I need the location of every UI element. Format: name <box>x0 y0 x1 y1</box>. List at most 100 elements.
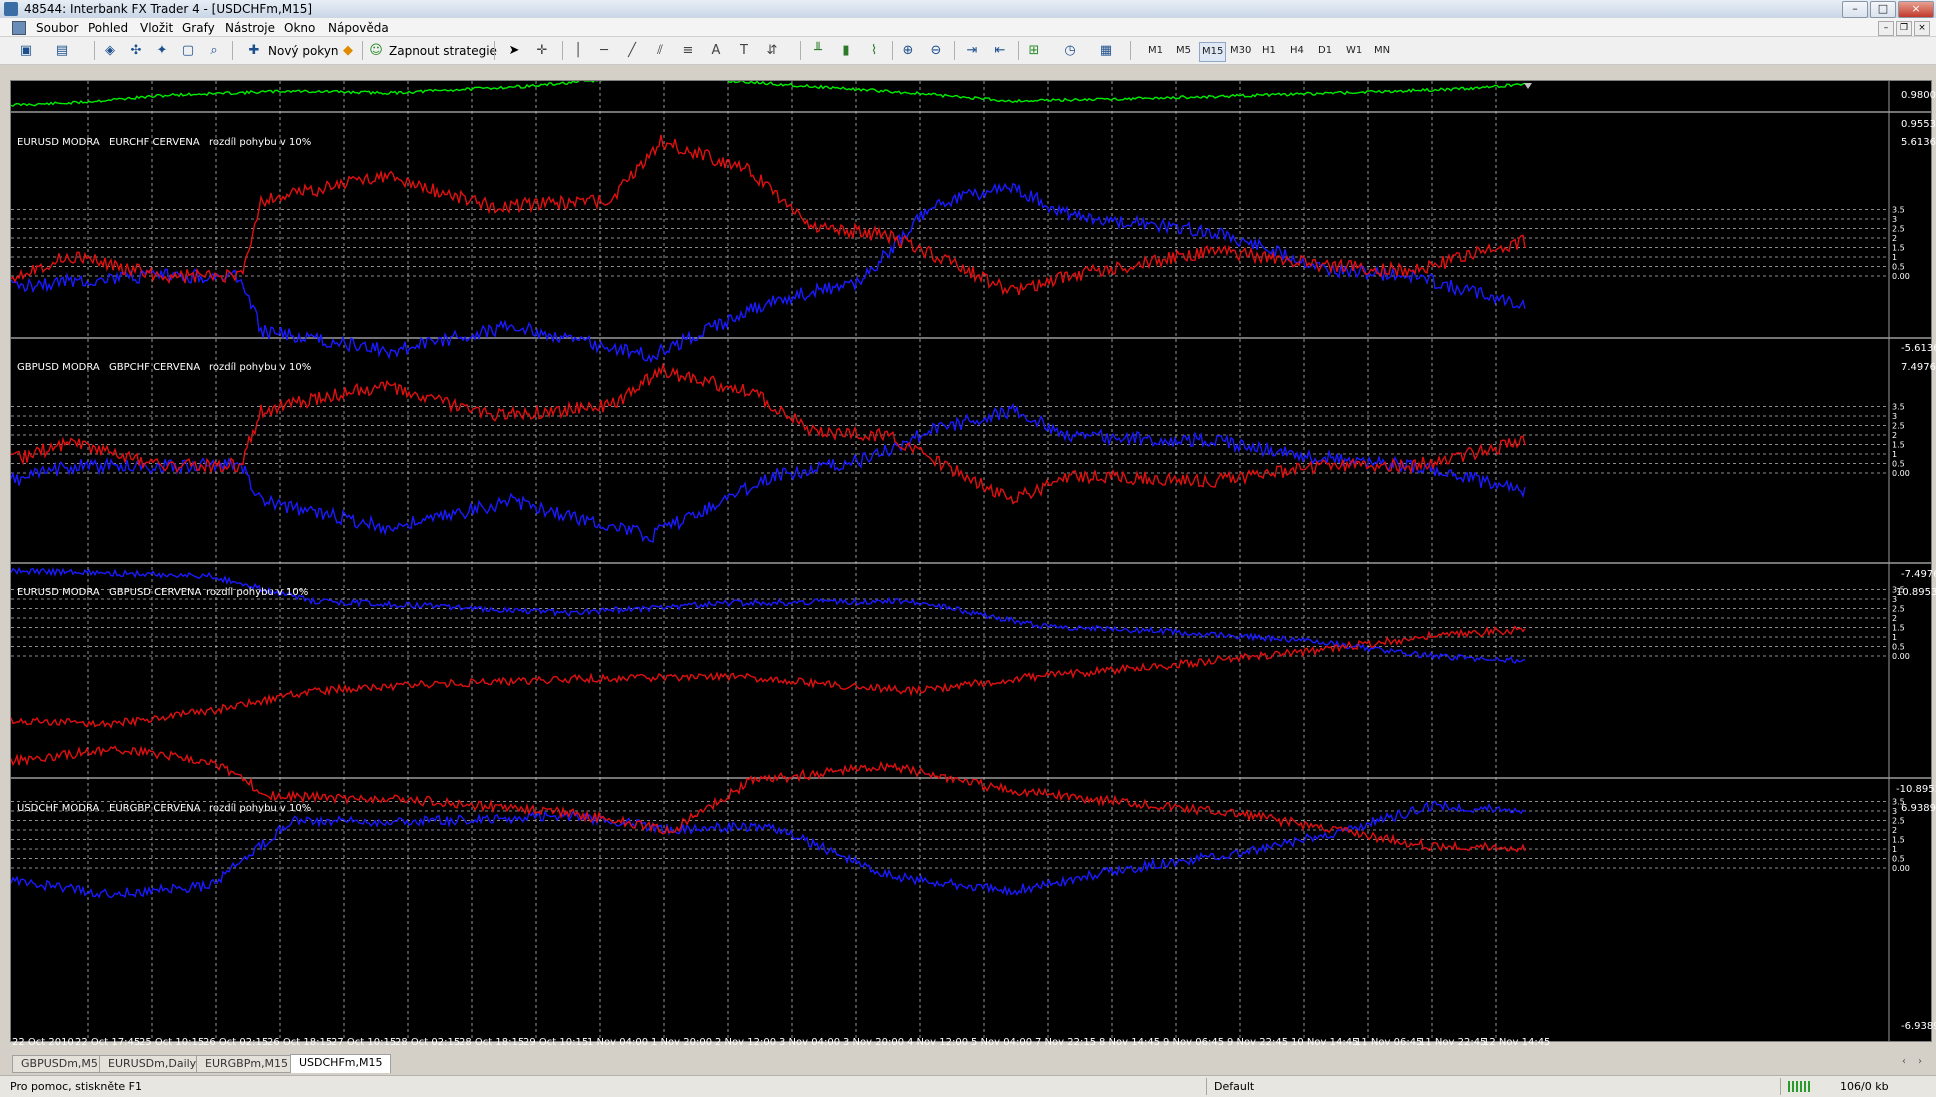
chart-window[interactable]: 3.5 3 2.5 2 1.5 1 0.5 0.00 3.5 3 2.5 2 1.5 1 0.5 0.00 3.… <box>10 80 1936 1042</box>
panel1-label-blue: EURUSD MODRA <box>17 137 100 148</box>
timeframe-w1[interactable]: W1 <box>1344 42 1364 60</box>
market-watch-icon[interactable]: ◈ <box>100 41 120 60</box>
vertical-line-icon[interactable]: │ <box>568 41 588 60</box>
level-label: 0.00 <box>1892 652 1910 661</box>
templates-icon[interactable]: ▦ <box>1096 41 1116 60</box>
terminal-icon[interactable]: ▢ <box>178 41 198 60</box>
candles-icon[interactable]: ▮ <box>836 41 856 60</box>
arrows-icon[interactable]: ⇵ <box>762 41 782 60</box>
menu-napoveda[interactable]: Nápověda <box>328 21 389 35</box>
panel3-axis-bottom: -10.8953 <box>1896 784 1936 795</box>
menu-soubor[interactable]: Soubor <box>36 21 78 35</box>
periods-icon[interactable]: ◷ <box>1060 41 1080 60</box>
channel-icon[interactable]: ⫽ <box>650 41 670 60</box>
panel2-axis-top: 7.4976 <box>1901 362 1936 373</box>
panel1-subtitle: rozdíl pohybu v 10% <box>209 137 312 148</box>
mdi-close-button[interactable]: × <box>1914 21 1930 36</box>
panel1-axis-top: 5.6136 <box>1901 137 1936 148</box>
timeframe-h1[interactable]: H1 <box>1260 42 1278 60</box>
panel2-subtitle: rozdíl pohybu v 10% <box>209 362 312 373</box>
date-tick-label: 12 Nov 14:45 <box>1483 1037 1551 1048</box>
panel2-label-blue: GBPUSD MODRA <box>17 362 100 373</box>
fibo-icon[interactable]: ≡ <box>678 41 698 60</box>
panel3-label-red: GBPUSD CERVENA <box>109 587 202 598</box>
trendline-icon[interactable]: ╱ <box>622 41 642 60</box>
tester-icon[interactable]: ⌕ <box>204 41 224 60</box>
text-icon[interactable]: A <box>706 41 726 60</box>
level-label: 2.5 <box>1892 422 1905 431</box>
tab-scroll-left-icon[interactable]: ‹ <box>1902 1056 1906 1067</box>
menu-bar: Soubor Pohled Vložit Grafy Nástroje Okno… <box>0 18 1936 37</box>
timeframe-m1[interactable]: M1 <box>1146 42 1165 60</box>
tab-eurusdm-daily[interactable]: EURUSDm,Daily <box>99 1055 206 1073</box>
menu-nastroje[interactable]: Nástroje <box>225 21 275 35</box>
cursor-icon[interactable]: ➤ <box>504 41 524 60</box>
tab-gbpusdm-m5[interactable]: GBPUSDm,M5 <box>12 1055 107 1073</box>
horizontal-line-icon[interactable]: ─ <box>594 41 614 60</box>
timeframe-m30[interactable]: M30 <box>1228 42 1253 60</box>
menu-grafy[interactable]: Grafy <box>182 21 215 35</box>
navigator-icon[interactable]: ✣ <box>126 41 146 60</box>
indicators-icon[interactable]: ⊞ <box>1024 41 1044 60</box>
close-button[interactable]: × <box>1898 1 1934 18</box>
bar-chart-icon[interactable]: ╨ <box>808 41 828 60</box>
timeframe-mn[interactable]: MN <box>1372 42 1392 60</box>
level-label: 2.5 <box>1892 605 1905 614</box>
panel4-label-blue: USDCHF MODRA <box>17 803 100 814</box>
tab-usdchfm-m15[interactable]: USDCHFm,M15 <box>290 1054 392 1073</box>
timeframe-m15[interactable]: M15 <box>1199 42 1227 62</box>
price-line <box>11 81 1526 107</box>
label-icon[interactable]: T <box>734 41 754 60</box>
level-label: 2 <box>1892 431 1897 440</box>
zoom-out-icon[interactable]: ⊖ <box>926 41 946 60</box>
mdi-restore-button[interactable]: ❐ <box>1896 21 1912 36</box>
strategy-icon[interactable]: ☺ <box>366 41 386 60</box>
panel1-axis-bottom: -5.6136 <box>1901 343 1936 354</box>
level-label: 1.5 <box>1892 441 1905 450</box>
new-order-icon[interactable]: ✚ <box>244 41 264 60</box>
level-label: 1.5 <box>1892 244 1905 253</box>
mdi-minimize-button[interactable]: – <box>1878 21 1894 36</box>
minimize-button[interactable]: – <box>1842 1 1868 18</box>
metaeditor-icon[interactable]: ◆ <box>338 41 358 60</box>
new-order-button[interactable]: Nový pokyn <box>268 42 339 60</box>
line-chart-icon[interactable]: ⌇ <box>864 41 884 60</box>
timeframe-h4[interactable]: H4 <box>1288 42 1306 60</box>
level-label: 3.5 <box>1892 403 1905 412</box>
panel1-blue-line <box>11 182 1526 364</box>
zoom-in-icon[interactable]: ⊕ <box>898 41 918 60</box>
chart-window-icon[interactable] <box>12 21 26 35</box>
date-tick-label: 9 Nov 22:45 <box>1227 1037 1289 1048</box>
level-label: 2.5 <box>1892 225 1905 234</box>
maximize-button[interactable]: □ <box>1870 1 1896 18</box>
menu-vlozit[interactable]: Vložit <box>140 21 173 35</box>
autoscroll-icon[interactable]: ⇥ <box>962 41 982 60</box>
new-chart-icon[interactable]: ▣ <box>16 41 36 60</box>
date-tick-label: 28 Oct 02:15 <box>395 1037 461 1048</box>
status-help: Pro pomoc, stiskněte F1 <box>10 1080 142 1093</box>
menu-okno[interactable]: Okno <box>284 21 315 35</box>
date-tick-label: 26 Oct 18:15 <box>267 1037 333 1048</box>
timeframe-d1[interactable]: D1 <box>1316 42 1334 60</box>
profiles-icon[interactable]: ▤ <box>52 41 72 60</box>
chart-shift-icon[interactable]: ⇤ <box>990 41 1010 60</box>
tab-scroll-right-icon[interactable]: › <box>1918 1056 1922 1067</box>
level-label: 2.5 <box>1892 817 1905 826</box>
date-tick-label: 7 Nov 22:15 <box>1035 1037 1097 1048</box>
status-bar: Pro pomoc, stiskněte F1 Default 106/0 kb <box>0 1075 1936 1097</box>
timeframe-m5[interactable]: M5 <box>1174 42 1193 60</box>
date-tick-label: 1 Nov 20:00 <box>651 1037 713 1048</box>
level-label: 1 <box>1892 633 1897 642</box>
level-label: 2 <box>1892 234 1897 243</box>
menu-pohled[interactable]: Pohled <box>88 21 128 35</box>
crosshair-icon[interactable]: ✛ <box>532 41 552 60</box>
chart-canvas[interactable]: 3.532.521.510.50.003.532.521.510.50.003.… <box>11 81 1931 1041</box>
panel3-red-line <box>11 625 1526 729</box>
date-tick-label: 3 Nov 20:00 <box>843 1037 905 1048</box>
star-icon[interactable]: ✦ <box>152 41 172 60</box>
strategy-button[interactable]: Zapnout strategie <box>389 42 497 60</box>
date-tick-label: 25 Oct 10:15 <box>139 1037 205 1048</box>
panel3-label-blue: EURUSD MODRA <box>17 587 100 598</box>
connection-status-icon <box>1788 1081 1810 1092</box>
tab-eurgbpm-m15[interactable]: EURGBPm,M15 <box>196 1055 298 1073</box>
